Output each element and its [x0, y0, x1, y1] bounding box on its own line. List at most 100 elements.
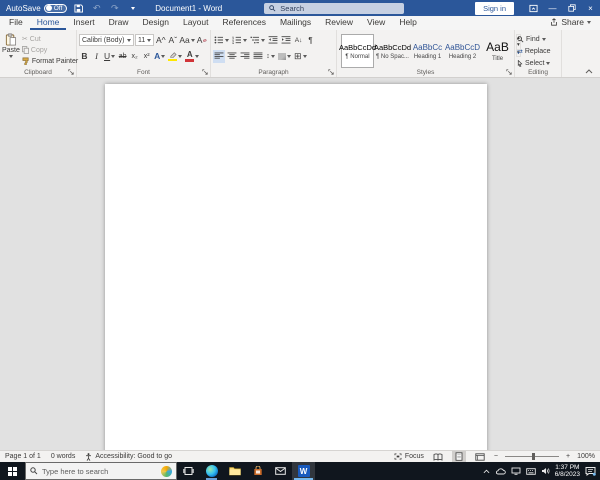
search-highlights-icon[interactable] — [161, 465, 172, 477]
font-dialog-launcher[interactable] — [202, 69, 208, 75]
minimize-button[interactable]: — — [543, 0, 562, 16]
bullets-button[interactable] — [213, 34, 230, 47]
sort-button[interactable]: A↓ — [293, 34, 304, 47]
focus-mode-button[interactable]: Focus — [394, 453, 424, 460]
customize-qat-button[interactable] — [126, 1, 139, 15]
style-no-spacing[interactable]: AaBbCcDd ¶ No Spac... — [374, 34, 411, 68]
tab-draw[interactable]: Draw — [102, 16, 136, 30]
share-button[interactable]: Share — [541, 17, 600, 30]
tab-layout[interactable]: Layout — [176, 16, 216, 30]
text-highlight-button[interactable] — [167, 50, 183, 63]
text-effects-button[interactable]: A — [153, 50, 166, 63]
paragraph-dialog-launcher[interactable] — [328, 69, 334, 75]
tab-mailings[interactable]: Mailings — [273, 16, 318, 30]
show-formatting-marks-button[interactable]: ¶ — [305, 34, 316, 47]
redo-button[interactable]: ↷ — [108, 1, 121, 15]
ribbon-display-options-button[interactable] — [524, 0, 543, 16]
restore-button[interactable] — [562, 0, 581, 16]
paste-button[interactable]: Paste — [2, 32, 20, 67]
taskbar-clock[interactable]: 1:37 PM 6/8/2023 — [555, 464, 580, 478]
show-hidden-icons-button[interactable] — [483, 469, 490, 474]
tab-references[interactable]: References — [216, 16, 273, 30]
document-area[interactable] — [0, 78, 600, 450]
font-size-combobox[interactable]: 11 — [135, 34, 155, 46]
taskbar-word-button[interactable]: W — [292, 462, 315, 480]
subscript-button[interactable]: x₂ — [129, 50, 140, 63]
shrink-font-button[interactable]: Aˇ — [167, 34, 178, 47]
align-center-button[interactable] — [226, 50, 238, 63]
increase-indent-button[interactable] — [280, 34, 292, 47]
page-indicator[interactable]: Page 1 of 1 — [5, 453, 41, 460]
zoom-out-button[interactable]: − — [494, 453, 498, 460]
styles-dialog-launcher[interactable] — [506, 69, 512, 75]
copy-button[interactable]: Copy — [21, 45, 78, 55]
strikethrough-button[interactable]: ab — [117, 50, 128, 63]
style-normal[interactable]: AaBbCcDd ¶ Normal — [339, 34, 376, 68]
tab-insert[interactable]: Insert — [66, 16, 101, 30]
align-left-button[interactable] — [213, 49, 225, 63]
font-family-combobox[interactable]: Calibri (Body) — [79, 34, 135, 46]
close-button[interactable]: × — [581, 0, 600, 16]
print-layout-button[interactable] — [451, 451, 466, 462]
document-page[interactable] — [105, 84, 487, 450]
tray-volume-button[interactable] — [541, 467, 550, 475]
bold-button[interactable]: B — [79, 50, 90, 63]
replace-button[interactable]: ⇄ Replace — [517, 46, 559, 57]
search-box[interactable] — [264, 2, 405, 14]
shading-button[interactable] — [277, 50, 292, 63]
taskbar-file-explorer-button[interactable] — [223, 462, 246, 480]
tab-home[interactable]: Home — [29, 16, 67, 30]
accessibility-status[interactable]: Accessibility: Good to go — [85, 452, 172, 461]
collapse-ribbon-button[interactable] — [585, 69, 593, 74]
underline-button[interactable]: U — [103, 50, 116, 63]
find-button[interactable]: Find — [517, 34, 559, 45]
style-heading-2[interactable]: AaBbCcD Heading 2 — [445, 34, 480, 68]
web-layout-button[interactable] — [473, 451, 487, 462]
tab-help[interactable]: Help — [392, 16, 423, 30]
tab-design[interactable]: Design — [136, 16, 176, 30]
zoom-in-button[interactable]: + — [566, 453, 570, 460]
numbering-button[interactable] — [231, 34, 248, 47]
tray-onedrive-button[interactable] — [495, 467, 506, 475]
style-heading-1[interactable]: AaBbCc Heading 1 — [411, 34, 444, 68]
align-right-button[interactable] — [239, 50, 251, 63]
change-case-button[interactable]: Aa — [179, 34, 195, 47]
start-button[interactable] — [0, 462, 25, 480]
tray-network-button[interactable] — [511, 467, 521, 475]
search-input[interactable] — [280, 3, 381, 13]
read-mode-button[interactable] — [431, 451, 445, 462]
sign-in-button[interactable]: Sign in — [475, 1, 514, 15]
style-title[interactable]: AaB Title — [481, 34, 514, 68]
zoom-slider-thumb[interactable] — [532, 453, 535, 460]
action-center-button[interactable] — [585, 466, 596, 476]
taskbar-mail-button[interactable] — [269, 462, 292, 480]
justify-button[interactable] — [252, 50, 264, 63]
taskbar-search-box[interactable] — [25, 462, 177, 480]
decrease-indent-button[interactable] — [267, 34, 279, 47]
save-button[interactable] — [72, 1, 85, 15]
clipboard-dialog-launcher[interactable] — [68, 69, 74, 75]
select-button[interactable]: Select — [517, 58, 559, 69]
tab-view[interactable]: View — [360, 16, 392, 30]
zoom-level[interactable]: 100% — [577, 453, 595, 460]
superscript-button[interactable]: x² — [141, 50, 152, 63]
font-color-button[interactable]: A — [184, 50, 200, 63]
undo-button[interactable]: ↶ — [90, 1, 103, 15]
tab-review[interactable]: Review — [318, 16, 360, 30]
taskbar-store-button[interactable] — [246, 462, 269, 480]
tab-file[interactable]: File — [2, 16, 30, 30]
multilevel-list-button[interactable] — [249, 34, 266, 47]
grow-font-button[interactable]: A^ — [155, 34, 166, 47]
italic-button[interactable]: I — [91, 50, 102, 63]
cut-button[interactable]: ✂ Cut — [22, 34, 78, 44]
taskbar-search-input[interactable] — [42, 466, 157, 476]
line-spacing-button[interactable]: ↕ — [265, 50, 276, 63]
autosave-toggle[interactable]: AutoSave Off — [6, 3, 68, 13]
tray-keyboard-button[interactable] — [525, 467, 536, 475]
word-count[interactable]: 0 words — [51, 453, 76, 460]
format-painter-button[interactable]: Format Painter — [22, 56, 78, 66]
borders-button[interactable]: ⊞ — [293, 50, 308, 63]
taskbar-edge-button[interactable] — [200, 462, 223, 480]
clear-formatting-button[interactable]: A — [196, 34, 208, 47]
zoom-slider[interactable] — [505, 453, 559, 460]
